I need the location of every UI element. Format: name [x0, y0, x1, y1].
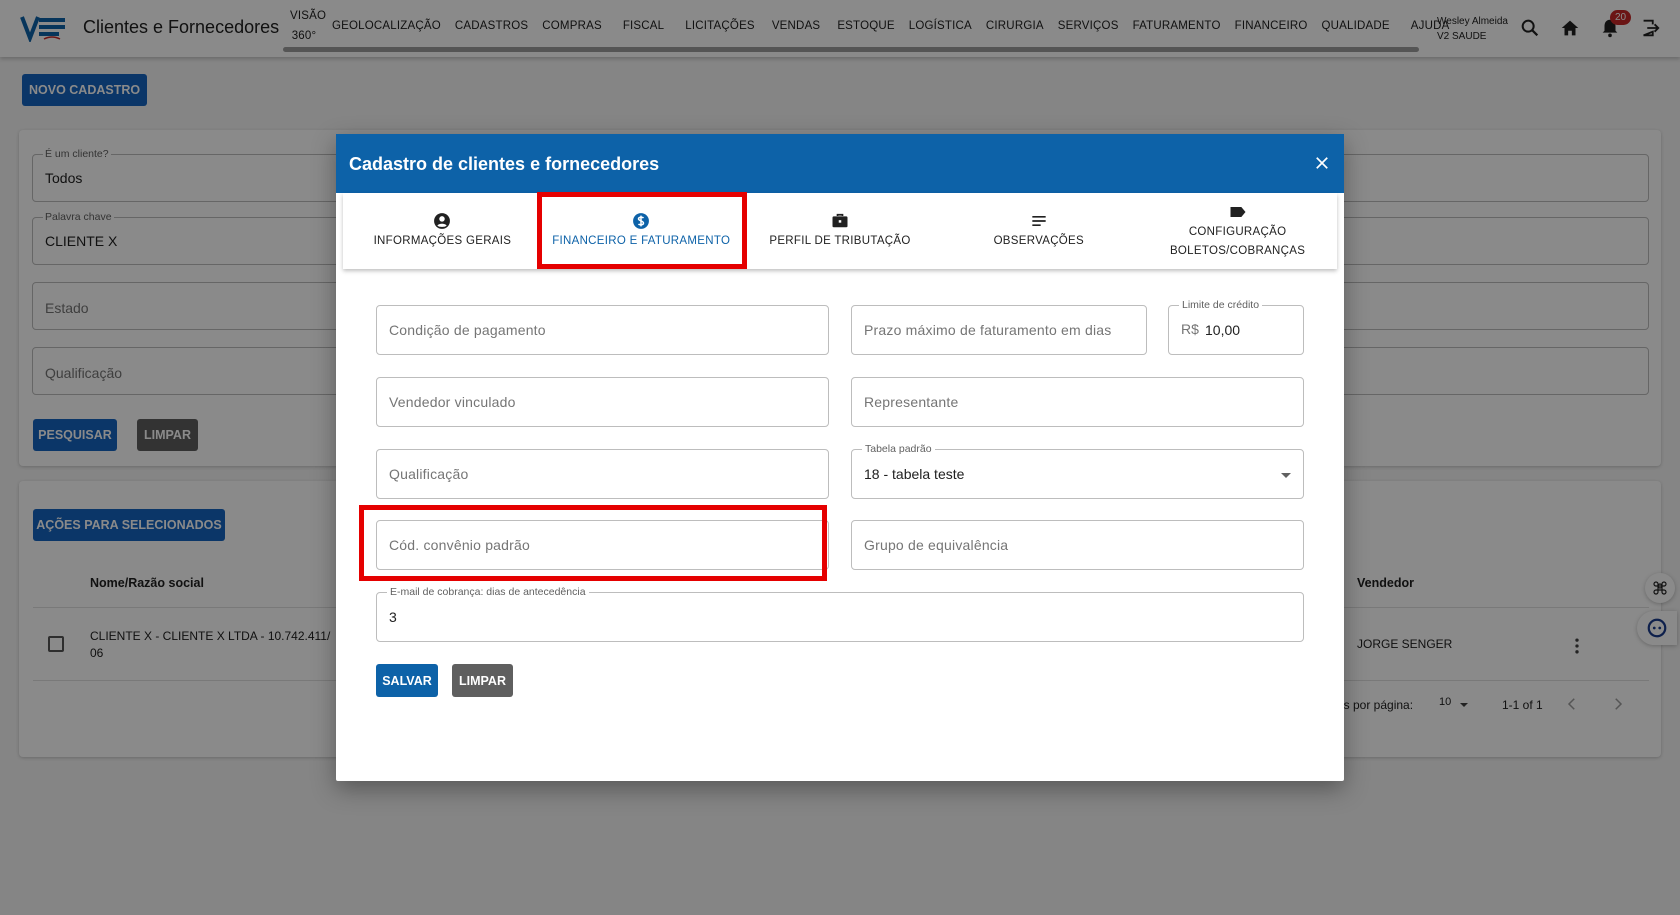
email-cobranca-dias-input[interactable]: E-mail de cobrança: dias de antecedência…: [376, 586, 1304, 642]
tabela-padrao-select[interactable]: Tabela padrão 18 - tabela teste: [851, 443, 1304, 499]
tab-label: OBSERVAÇÕES: [993, 235, 1084, 247]
limite-credito-input[interactable]: Limite de crédito R$ 10,00: [1168, 299, 1304, 355]
representante-select[interactable]: Representante: [851, 377, 1304, 427]
clear-button[interactable]: LIMPAR: [452, 664, 513, 697]
tab-informacoes-gerais[interactable]: INFORMAÇÕES GERAIS: [343, 193, 542, 269]
vendedor-vinculado-select[interactable]: Vendedor vinculado: [376, 377, 829, 427]
modal-title: Cadastro de clientes e fornecedores: [349, 154, 660, 174]
client-supplier-modal: Cadastro de clientes e fornecedores INFO…: [336, 134, 1344, 781]
tabela-padrao-label: Tabela padrão: [862, 443, 935, 455]
account-circle-icon: [434, 213, 451, 229]
cod-convenio-input[interactable]: Cód. convênio padrão: [376, 520, 829, 570]
tabela-padrao-value: 18 - tabela teste: [864, 466, 965, 482]
prazo-maximo-input[interactable]: Prazo máximo de faturamento em dias: [851, 305, 1147, 355]
condicao-pagamento-placeholder: Condição de pagamento: [389, 322, 546, 338]
tab-perfil-tributacao[interactable]: PERFIL DE TRIBUTAÇÃO: [741, 193, 940, 269]
notes-icon: [1032, 216, 1046, 226]
grupo-equivalencia-placeholder: Grupo de equivalência: [864, 537, 1009, 553]
tab-configuracao-boletos[interactable]: CONFIGURAÇÃO BOLETOS/COBRANÇAS: [1138, 193, 1337, 269]
limite-credito-label: Limite de crédito: [1179, 299, 1263, 311]
tab-label-line2: BOLETOS/COBRANÇAS: [1169, 244, 1306, 257]
tab-observacoes[interactable]: OBSERVAÇÕES: [939, 193, 1138, 269]
tab-label: FINANCEIRO E FATURAMENTO: [552, 235, 731, 247]
qualificacao-select[interactable]: Qualificação: [376, 449, 829, 499]
save-button[interactable]: SALVAR: [376, 664, 438, 697]
prazo-maximo-placeholder: Prazo máximo de faturamento em dias: [864, 322, 1112, 338]
tab-financeiro-faturamento[interactable]: FINANCEIRO E FATURAMENTO: [542, 193, 741, 269]
label-tag-icon: [1230, 206, 1246, 217]
cod-convenio-placeholder: Cód. convênio padrão: [389, 537, 530, 553]
dollar-circle-icon: [633, 213, 650, 229]
email-cobranca-label: E-mail de cobrança: dias de antecedência: [387, 586, 589, 598]
tab-label: INFORMAÇÕES GERAIS: [373, 235, 512, 247]
tab-label: PERFIL DE TRIBUTAÇÃO: [769, 235, 911, 247]
limite-credito-value: 10,00: [1205, 322, 1241, 338]
briefcase-icon: [832, 213, 848, 228]
representante-placeholder: Representante: [864, 394, 959, 410]
grupo-equivalencia-select[interactable]: Grupo de equivalência: [851, 520, 1304, 570]
dropdown-arrow-icon[interactable]: [1281, 473, 1291, 478]
currency-prefix: R$: [1181, 321, 1199, 337]
modal-header: Cadastro de clientes e fornecedores: [336, 134, 1344, 193]
vendedor-vinculado-placeholder: Vendedor vinculado: [389, 394, 516, 410]
qualificacao-placeholder: Qualificação: [389, 466, 469, 482]
condicao-pagamento-select[interactable]: Condição de pagamento: [376, 305, 829, 355]
modal-tabs: INFORMAÇÕES GERAIS FINANCEIRO E FATURAME…: [343, 193, 1337, 269]
tab-label-line1: CONFIGURAÇÃO: [1188, 225, 1287, 238]
close-icon[interactable]: [1313, 154, 1331, 172]
email-cobranca-value: 3: [389, 609, 397, 625]
